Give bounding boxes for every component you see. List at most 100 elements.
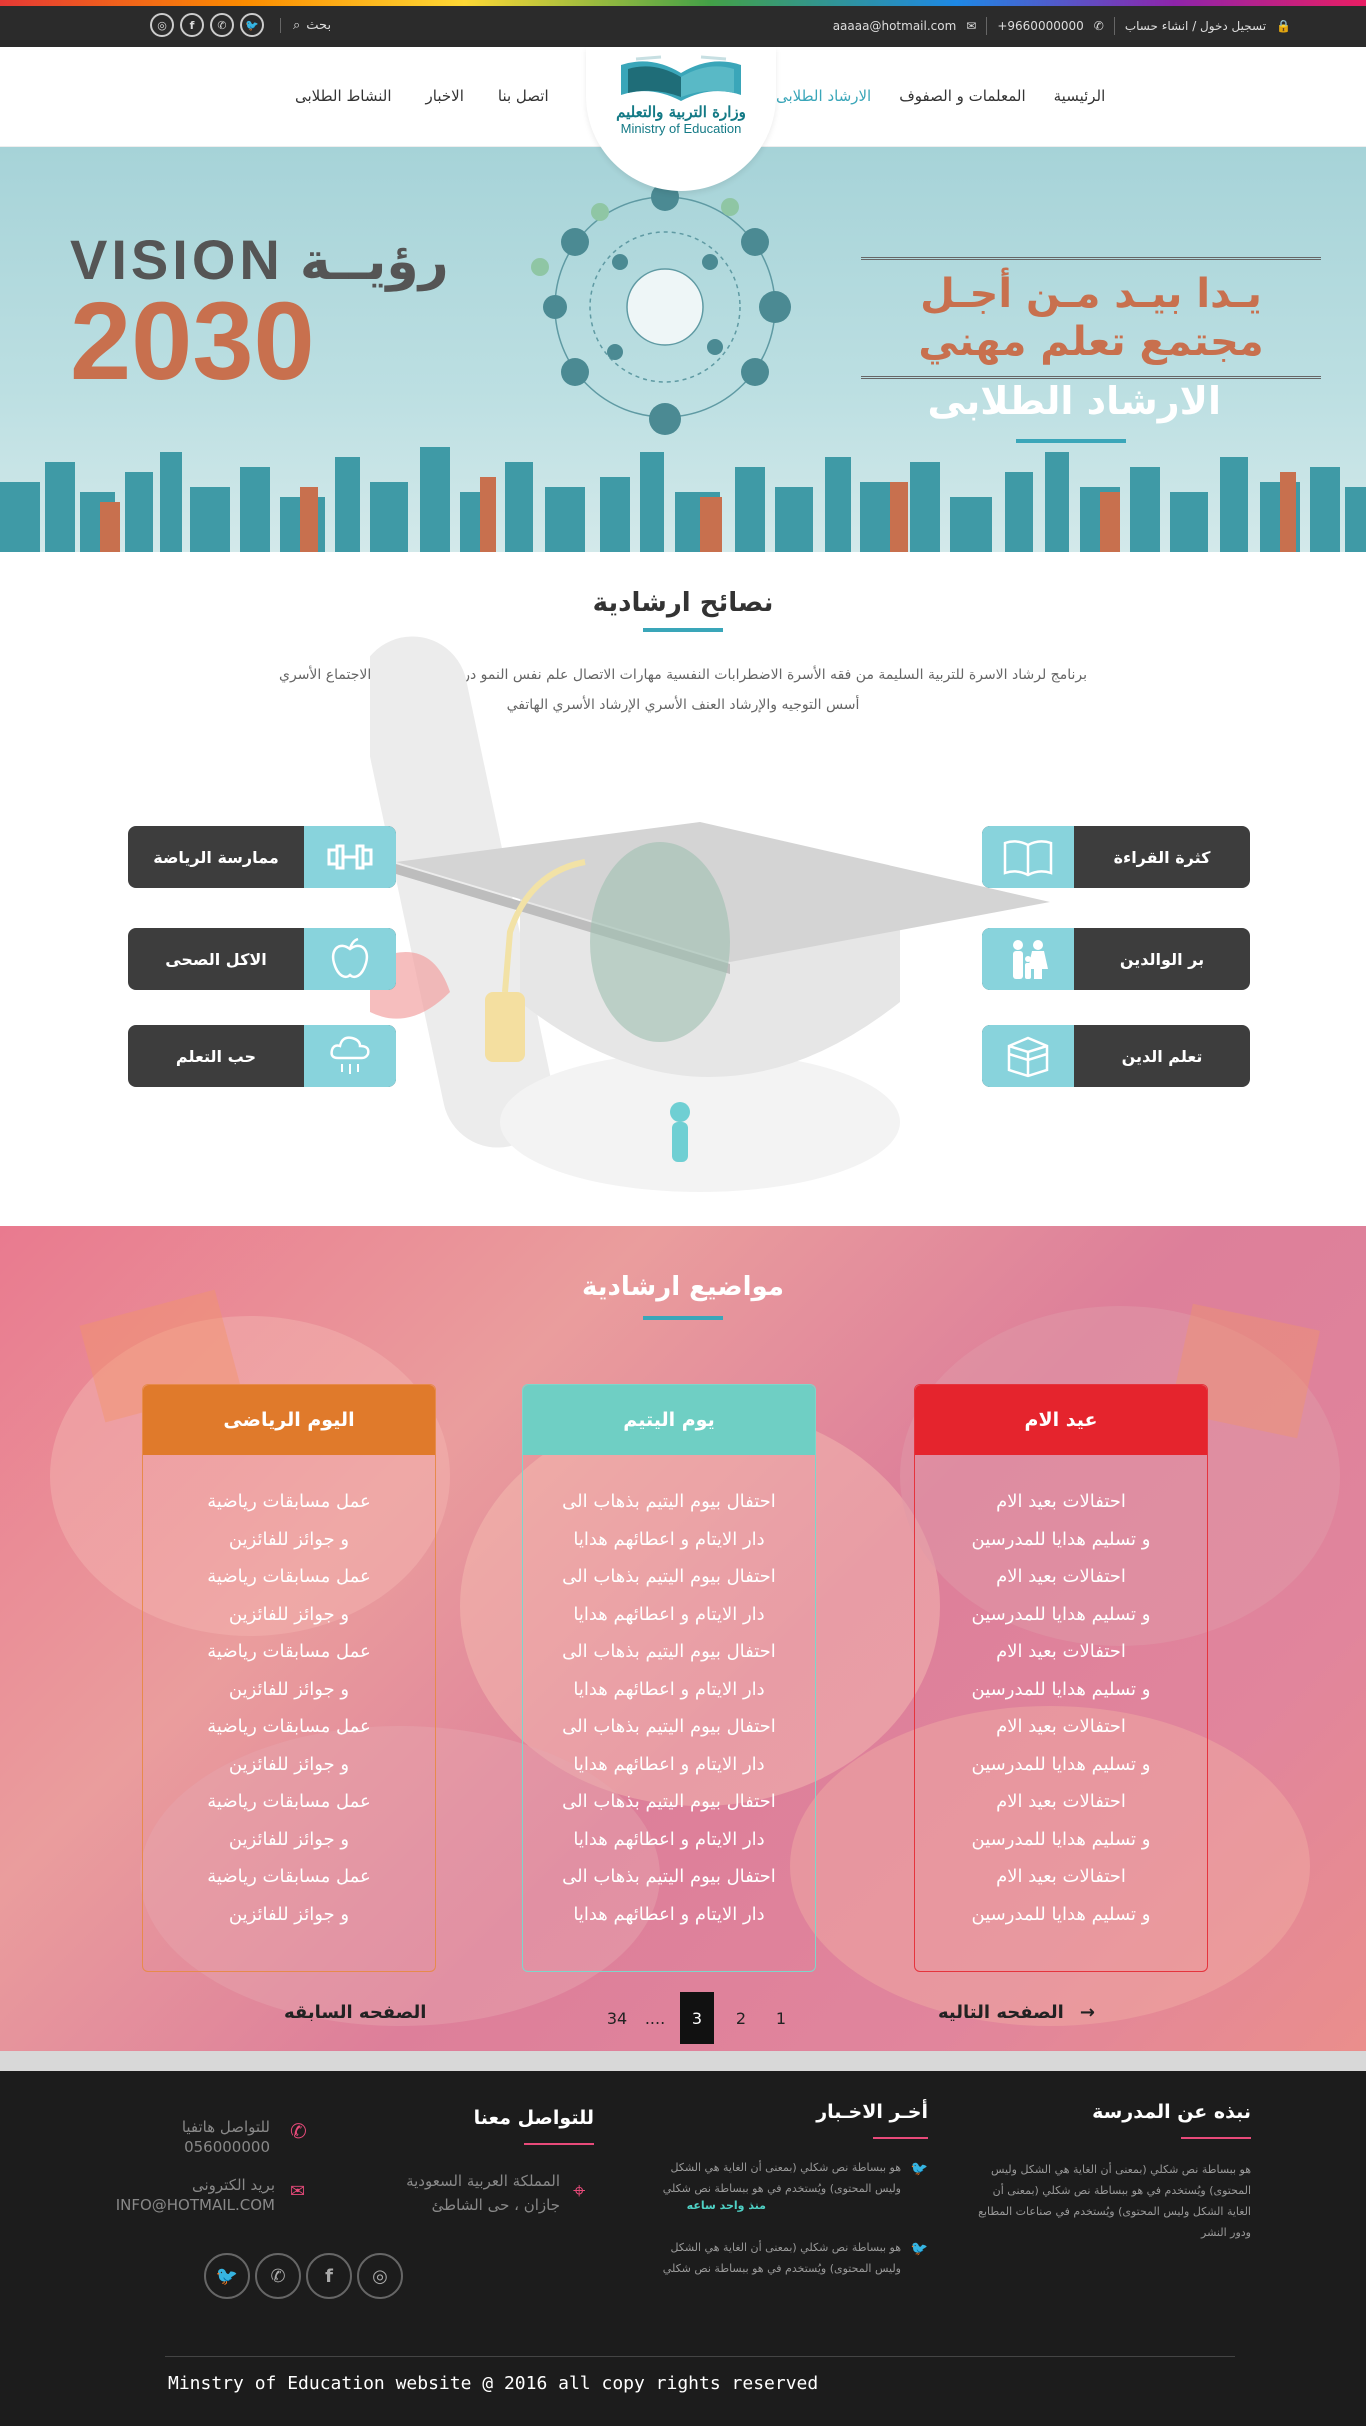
news-underline <box>873 2137 928 2139</box>
card-line: دار الايتام و اعطائهم هدايا <box>573 1903 765 1925</box>
topic-card-sports-day[interactable]: اليوم الرياضى عمل مسابقات رياضية و جوائز … <box>142 1384 436 1972</box>
about-underline <box>1181 2137 1251 2139</box>
city-skyline <box>0 447 1366 552</box>
page-link-1[interactable]: 1 <box>764 1992 798 2044</box>
page-link-34[interactable]: 34 <box>600 1992 634 2044</box>
copyright-text: Minstry of Education website @ 2016 all … <box>168 2373 819 2394</box>
card-line: عمل مسابقات رياضية <box>207 1491 371 1512</box>
contact-title: للتواصل معنا <box>473 2107 594 2129</box>
tip-label: تعلم الدين <box>1121 1046 1203 1066</box>
tips-title: نصائح ارشادية <box>592 588 774 618</box>
facebook-icon[interactable]: f <box>306 2253 352 2299</box>
next-page-button[interactable]: الصفحه التاليه → <box>938 2002 1095 2023</box>
twitter-icon[interactable]: 🐦 <box>204 2253 250 2299</box>
card-line: و تسليم هدايا للمدرسين <box>971 1528 1151 1550</box>
card-line: و جوائز للفائزين <box>228 1603 350 1625</box>
twitter-icon: 🐦 <box>910 2241 928 2257</box>
phone-icon: ✆ <box>290 2119 307 2143</box>
card-line: عمل مسابقات رياضية <box>207 1641 371 1662</box>
copyright-divider <box>165 2356 1235 2357</box>
nav-item-teachers[interactable]: المعلمات و الصفوف <box>899 87 1025 105</box>
card-line: عمل مسابقات رياضية <box>207 1866 371 1887</box>
card-line: احتفالات بعيد الام <box>996 1791 1126 1812</box>
card-line: دار الايتام و اعطائهم هدايا <box>573 1678 765 1700</box>
tip-healthy-food[interactable]: الاكل الصحى <box>128 928 396 990</box>
nav-item-activity[interactable]: النشاط الطلابى <box>295 87 392 105</box>
tip-sports[interactable]: ممارسة الرياضة <box>128 826 396 888</box>
prev-page-button[interactable]: الصفحه السابقه <box>284 2002 426 2023</box>
page-link-3[interactable]: 3 <box>680 1992 714 2044</box>
main-navbar: النشاط الطلابى الاخبار اتصل بنا وزارة ال… <box>0 47 1366 191</box>
site-footer: نبذه عن المدرسة هو ببساطة نص شكلي (بمعنى… <box>0 2071 1366 2426</box>
network-illustration <box>531 183 791 435</box>
instagram-icon[interactable]: ◎ <box>150 13 174 37</box>
topic-card-mothers-day[interactable]: عيد الام احتفالات بعيد الام و تسليم هدايا… <box>914 1384 1208 1972</box>
card-header: يوم اليتيم <box>523 1385 815 1455</box>
card-line: احتفال بيوم اليتيم بذهاب الى <box>562 1791 776 1812</box>
news-item-text: هو ببساطة نص شكلي (بمعنى أن الغاية هي ال… <box>662 2161 901 2195</box>
next-page-label: الصفحه التاليه <box>938 2002 1064 2023</box>
card-line: و جوائز للفائزين <box>228 1528 350 1550</box>
divider <box>986 17 988 35</box>
cloud-rain-icon <box>304 1025 396 1087</box>
phone-number: +9660000000 <box>997 19 1084 33</box>
email-value[interactable]: INFO@HOTMAIL.COM <box>110 2195 275 2215</box>
phone-contact: للتواصل هاتفيا 056000000 <box>155 2117 270 2157</box>
tip-religion[interactable]: تعلم الدين <box>982 1025 1250 1087</box>
card-line: احتفالات بعيد الام <box>996 1566 1126 1587</box>
address: المملكة العربية السعودية جازان ، حى الشا… <box>406 2169 560 2217</box>
tip-label: حب التعلم <box>175 1046 257 1066</box>
arrow-right-icon: → <box>1079 2002 1095 2023</box>
twitter-icon: 🐦 <box>910 2161 928 2177</box>
search-label: بحث <box>306 17 332 33</box>
card-lines: احتفالات بعيد الام و تسليم هدايا للمدرسين… <box>915 1455 1207 1933</box>
nav-item-guidance[interactable]: الارشاد الطلابى <box>776 87 871 105</box>
vision-2030-logo: VISION رؤيــة 2030 <box>70 227 449 397</box>
logo-arabic-text: وزارة التربية والتعليم <box>616 103 746 121</box>
search-link[interactable]: ⌕ بحث <box>280 17 343 33</box>
card-line: احتفال بيوم اليتيم بذهاب الى <box>562 1866 776 1887</box>
slogan-line-1: يـدا بيـد مـن أجـل <box>920 271 1262 317</box>
email-address: aaaaa@hotmail.com <box>832 19 957 33</box>
tip-love-learning[interactable]: حب التعلم <box>128 1025 396 1087</box>
nav-item-home[interactable]: الرئيسية <box>1054 87 1106 105</box>
card-line: و تسليم هدايا للمدرسين <box>971 1903 1151 1925</box>
tip-label: كثرة القراءة <box>1113 847 1211 867</box>
address-line-1: المملكة العربية السعودية <box>406 2172 560 2190</box>
card-line: و تسليم هدايا للمدرسين <box>971 1828 1151 1850</box>
card-lines: احتفال بيوم اليتيم بذهاب الى دار الايتام … <box>523 1455 815 1933</box>
card-line: عمل مسابقات رياضية <box>207 1716 371 1737</box>
card-line: دار الايتام و اعطائهم هدايا <box>573 1528 765 1550</box>
mail-icon: ✉ <box>966 19 977 33</box>
topic-card-orphan-day[interactable]: يوم اليتيم احتفال بيوم اليتيم بذهاب الى د… <box>522 1384 816 1972</box>
whatsapp-icon[interactable]: ✆ <box>210 13 234 37</box>
phone-icon: ✆ <box>1093 19 1104 33</box>
card-line: و تسليم هدايا للمدرسين <box>971 1678 1151 1700</box>
top-bar-right: 🔒 تسجيل دخول / انشاء حساب ✆ +9660000000 … <box>833 17 1291 35</box>
whatsapp-icon[interactable]: ✆ <box>255 2253 301 2299</box>
about-text: هو ببساطة نص شكلي (بمعنى أن الغاية هي ال… <box>978 2163 1251 2239</box>
contact-underline <box>524 2143 594 2145</box>
phone-value[interactable]: 056000000 <box>155 2137 270 2157</box>
page-link-2[interactable]: 2 <box>724 1992 758 2044</box>
vision-arabic: رؤيــة <box>299 232 449 292</box>
card-line: احتفالات بعيد الام <box>996 1491 1126 1512</box>
facebook-icon[interactable]: f <box>180 13 204 37</box>
search-icon: ⌕ <box>293 17 301 33</box>
nav-item-contact[interactable]: اتصل بنا <box>498 87 549 105</box>
tip-parents[interactable]: بر الوالدين <box>982 928 1250 990</box>
login-link[interactable]: تسجيل دخول / انشاء حساب <box>1125 19 1266 33</box>
twitter-icon[interactable]: 🐦 <box>240 13 264 37</box>
nav-item-news[interactable]: الاخبار <box>426 87 464 105</box>
instagram-icon[interactable]: ◎ <box>357 2253 403 2299</box>
card-line: احتفالات بعيد الام <box>996 1716 1126 1737</box>
tip-reading[interactable]: كثرة القراءة <box>982 826 1250 888</box>
topics-title-underline <box>643 1316 723 1320</box>
card-line: دار الايتام و اعطائهم هدايا <box>573 1603 765 1625</box>
news-title: أخـر الاخـبار <box>816 2101 928 2123</box>
card-line: عمل مسابقات رياضية <box>207 1566 371 1587</box>
address-line-2: جازان ، حى الشاطئ <box>431 2196 560 2214</box>
card-line: احتفالات بعيد الام <box>996 1641 1126 1662</box>
about-title: نبذه عن المدرسة <box>1092 2101 1251 2123</box>
family-icon <box>982 928 1074 990</box>
